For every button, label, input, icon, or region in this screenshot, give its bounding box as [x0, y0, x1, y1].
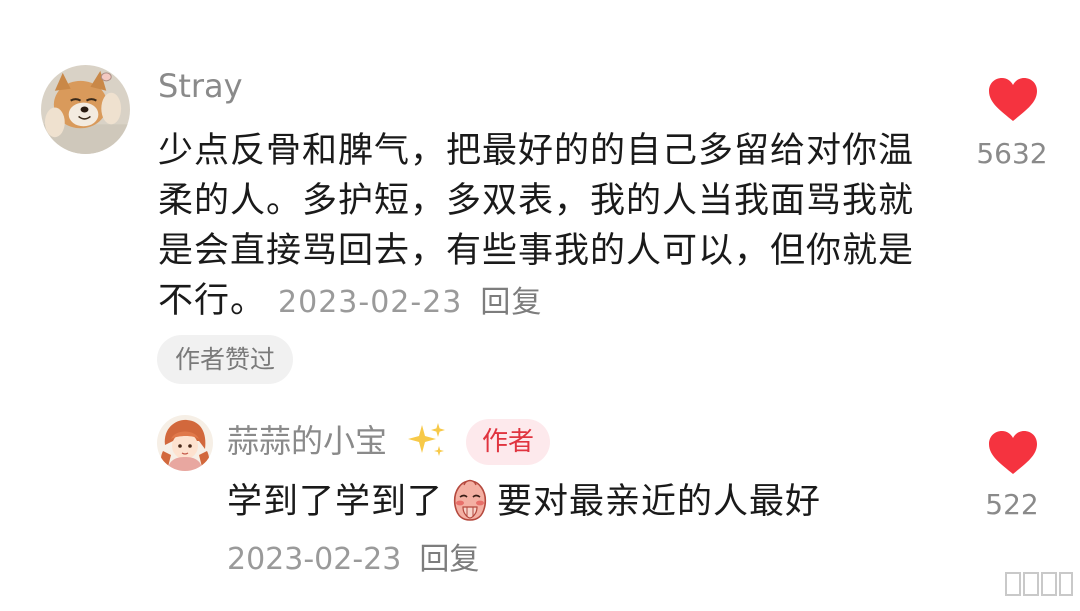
sparkles-icon	[406, 421, 448, 461]
heart-icon	[989, 78, 1037, 121]
author-tag: 作者	[466, 419, 551, 465]
reply-like-button[interactable]	[987, 430, 1039, 476]
watermark-logo	[1004, 569, 1074, 599]
author-liked-badge: 作者赞过	[157, 335, 294, 384]
reply-text-before: 学到了学到了	[227, 482, 444, 522]
user-avatar[interactable]	[41, 65, 130, 154]
comment-username[interactable]: Stray	[158, 66, 243, 106]
like-button[interactable]	[987, 77, 1039, 123]
reply-reply-button[interactable]: 回复	[419, 542, 479, 577]
reply-date: 2023-02-23	[227, 542, 402, 577]
reply-username[interactable]: 蒜蒜的小宝	[227, 421, 387, 461]
comment-body: 少点反骨和脾气，把最好的的自己多留给对你温柔的人。多护短，多双表，我的人当我面骂…	[158, 126, 928, 328]
reply-user-avatar[interactable]	[157, 415, 213, 471]
like-count: 5632	[976, 137, 1048, 170]
comment-meta: 2023-02-23 回复	[278, 285, 542, 320]
heart-icon	[989, 431, 1037, 474]
comment-thread: Stray 少点反骨和脾气，把最好的的自己多留给对你温柔的人。多护短，多双表，我…	[0, 0, 1080, 611]
reply-body: 学到了学到了 要对最亲近的人最好	[227, 477, 821, 527]
dog-photo-avatar	[41, 65, 130, 154]
reply-text-after: 要对最亲近的人最好	[497, 482, 822, 522]
comment-date: 2023-02-23	[278, 285, 463, 320]
anime-girl-avatar	[157, 415, 213, 471]
reply-button[interactable]: 回复	[480, 285, 542, 320]
blushing-face-emoji-icon	[447, 477, 493, 523]
reply-like-count: 522	[985, 488, 1039, 521]
reply-meta: 2023-02-23 回复	[227, 538, 479, 582]
